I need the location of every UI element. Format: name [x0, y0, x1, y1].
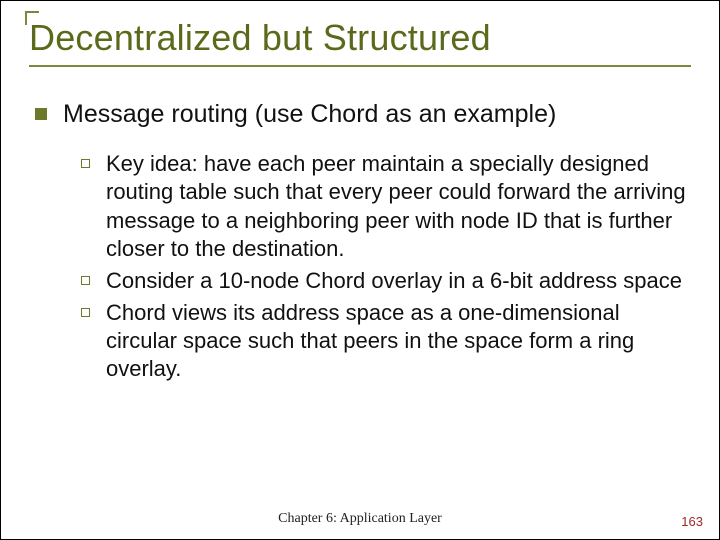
footer-text: Chapter 6: Application Layer	[1, 511, 719, 527]
slide: Decentralized but Structured Message rou…	[1, 1, 719, 539]
square-outline-bullet-icon	[81, 308, 90, 317]
list-item-text: Message routing (use Chord as an example…	[63, 99, 556, 130]
page-number: 163	[681, 514, 703, 529]
list-item: Chord views its address space as a one-d…	[81, 299, 691, 383]
title-container: Decentralized but Structured	[29, 17, 691, 67]
slide-title: Decentralized but Structured	[29, 17, 691, 59]
sub-list: Key idea: have each peer maintain a spec…	[35, 150, 691, 383]
list-item-text: Key idea: have each peer maintain a spec…	[106, 150, 686, 263]
square-outline-bullet-icon	[81, 276, 90, 285]
content-area: Message routing (use Chord as an example…	[29, 99, 691, 384]
square-filled-bullet-icon	[35, 108, 47, 120]
square-outline-bullet-icon	[81, 159, 90, 168]
list-item: Message routing (use Chord as an example…	[35, 99, 691, 130]
list-item-text: Chord views its address space as a one-d…	[106, 299, 686, 383]
list-item: Consider a 10-node Chord overlay in a 6-…	[81, 267, 691, 295]
list-item: Key idea: have each peer maintain a spec…	[81, 150, 691, 263]
list-item-text: Consider a 10-node Chord overlay in a 6-…	[106, 267, 682, 295]
